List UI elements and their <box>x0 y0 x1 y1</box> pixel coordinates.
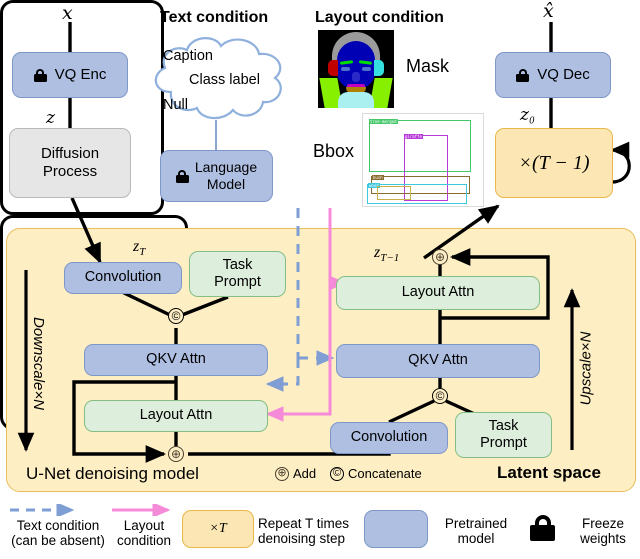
concat-legend: © Concatenate <box>330 466 422 481</box>
input-symbol-x: 𝑥 <box>62 3 73 24</box>
left-qkv-attn-box[interactable]: QKV Attn <box>84 344 268 376</box>
upscale-label: Upscale×N <box>577 331 595 406</box>
legend-pretrained-swatch <box>364 510 428 548</box>
vq-decoder-box[interactable]: VQ Dec <box>495 52 611 98</box>
right-task-prompt-line2: Prompt <box>480 434 527 451</box>
left-convolution-box[interactable]: Convolution <box>64 262 182 294</box>
bbox-example-image: tree-merged giraffe bush wood <box>362 113 484 207</box>
layout-condition-arrow-icon <box>112 504 171 516</box>
right-concat-op: © <box>432 388 448 404</box>
right-task-prompt-box[interactable]: Task Prompt <box>455 412 552 458</box>
right-layout-attn-box[interactable]: Layout Attn <box>336 276 540 310</box>
legend-lock-icon <box>530 515 555 546</box>
legend-text-condition-line2: (can be absent) <box>11 533 105 549</box>
lock-icon <box>175 169 189 183</box>
legend-text-condition: Text condition (can be absent) <box>0 518 116 548</box>
mask-example-image <box>318 30 394 108</box>
zt-minus-1-label: zT−1 <box>374 244 400 265</box>
legend-bar: Text condition (can be absent) Layout co… <box>0 498 640 559</box>
right-convolution-box[interactable]: Convolution <box>330 422 448 454</box>
latent-z-label: 𝑧 <box>46 108 55 127</box>
mask-label: Mask <box>406 56 450 76</box>
language-model-box[interactable]: Language Model <box>160 150 273 202</box>
bbox-tag-giraffe: giraffe <box>404 134 423 139</box>
cloud-item-caption: Caption <box>163 48 213 64</box>
vq-encoder-box[interactable]: VQ Enc <box>12 52 128 98</box>
repeat-t-minus-1-box[interactable]: ×(T − 1) <box>495 128 613 198</box>
left-add-op: ⊕ <box>168 446 184 462</box>
right-add-op: ⊕ <box>432 249 448 265</box>
cloud-item-class-label: Class label <box>189 72 260 88</box>
legend-repeat-line2: denoising step <box>258 531 346 547</box>
language-model-line1: Language <box>194 159 258 176</box>
repeat-t-minus-1-label: ×(T − 1) <box>518 151 590 174</box>
diffusion-process-box[interactable]: Diffusion Process <box>9 128 131 198</box>
bbox-label: Bbox <box>313 141 355 161</box>
legend-repeat-box: ×T <box>182 510 254 548</box>
add-legend: ⊕ Add <box>275 466 316 481</box>
output-symbol-xhat: 𝑥̂ <box>543 1 554 22</box>
bbox-tag-bush: bush <box>372 175 384 180</box>
legend-pretrained-line2: model <box>457 531 495 547</box>
right-convolution-label: Convolution <box>350 429 428 446</box>
left-concat-op: © <box>168 308 184 324</box>
layout-condition-title: Layout condition <box>315 9 444 26</box>
add-legend-label: Add <box>293 466 317 481</box>
cloud-item-null: Null <box>163 97 188 113</box>
downscale-label: Downscale×N <box>29 317 47 410</box>
legend-layout-condition-line1: Layout <box>123 518 165 533</box>
left-task-prompt-line2: Prompt <box>214 273 261 290</box>
diffusion-process-line2: Process <box>42 163 98 180</box>
right-qkv-attn-label: QKV Attn <box>408 352 468 369</box>
concat-legend-label: Concatenate <box>348 466 422 481</box>
left-layout-attn-box[interactable]: Layout Attn <box>84 400 268 432</box>
zt-label: zT <box>133 238 146 259</box>
add-symbol-icon: ⊕ <box>275 466 289 481</box>
legend-text-condition-line1: Text condition <box>16 518 100 533</box>
legend-repeat-text: Repeat T times denoising step <box>258 516 368 546</box>
legend-repeat-box-label: ×T <box>209 520 227 536</box>
legend-freeze-line2: weights <box>580 531 626 547</box>
language-model-line2: Model <box>206 176 246 192</box>
vq-encoder-label: VQ Enc <box>54 66 107 84</box>
legend-pretrained-text: Pretrained model <box>430 516 522 546</box>
diffusion-process-line1: Diffusion <box>40 145 100 163</box>
vq-decoder-label: VQ Dec <box>537 66 590 84</box>
right-qkv-attn-box[interactable]: QKV Attn <box>336 344 540 378</box>
left-convolution-label: Convolution <box>84 269 162 286</box>
right-layout-attn-label: Layout Attn <box>401 284 475 301</box>
lock-icon <box>516 68 530 82</box>
latent-space-label: Latent space <box>497 463 601 482</box>
lock-icon <box>33 68 47 82</box>
latent-z0-label: 𝑧₀ <box>520 105 535 124</box>
left-qkv-attn-label: QKV Attn <box>146 351 206 368</box>
legend-repeat-line1: Repeat T times <box>258 516 350 531</box>
bbox-tag-tree-merged: tree-merged <box>369 119 398 124</box>
legend-pretrained-line1: Pretrained <box>444 516 508 531</box>
text-condition-title: Text condition <box>160 9 269 26</box>
left-task-prompt-box[interactable]: Task Prompt <box>189 251 286 297</box>
legend-layout-condition: Layout condition <box>112 518 176 548</box>
legend-freeze-text: Freeze weights <box>566 516 640 546</box>
unet-footer-title: U-Net denoising model <box>26 464 199 483</box>
concat-symbol-icon: © <box>330 466 344 481</box>
left-layout-attn-label: Layout Attn <box>139 407 213 424</box>
left-task-prompt-line1: Task <box>222 257 253 274</box>
legend-layout-condition-line2: condition <box>116 533 172 549</box>
legend-freeze-line1: Freeze <box>581 516 625 531</box>
text-condition-arrow-icon <box>10 504 75 516</box>
right-task-prompt-line1: Task <box>488 418 519 435</box>
